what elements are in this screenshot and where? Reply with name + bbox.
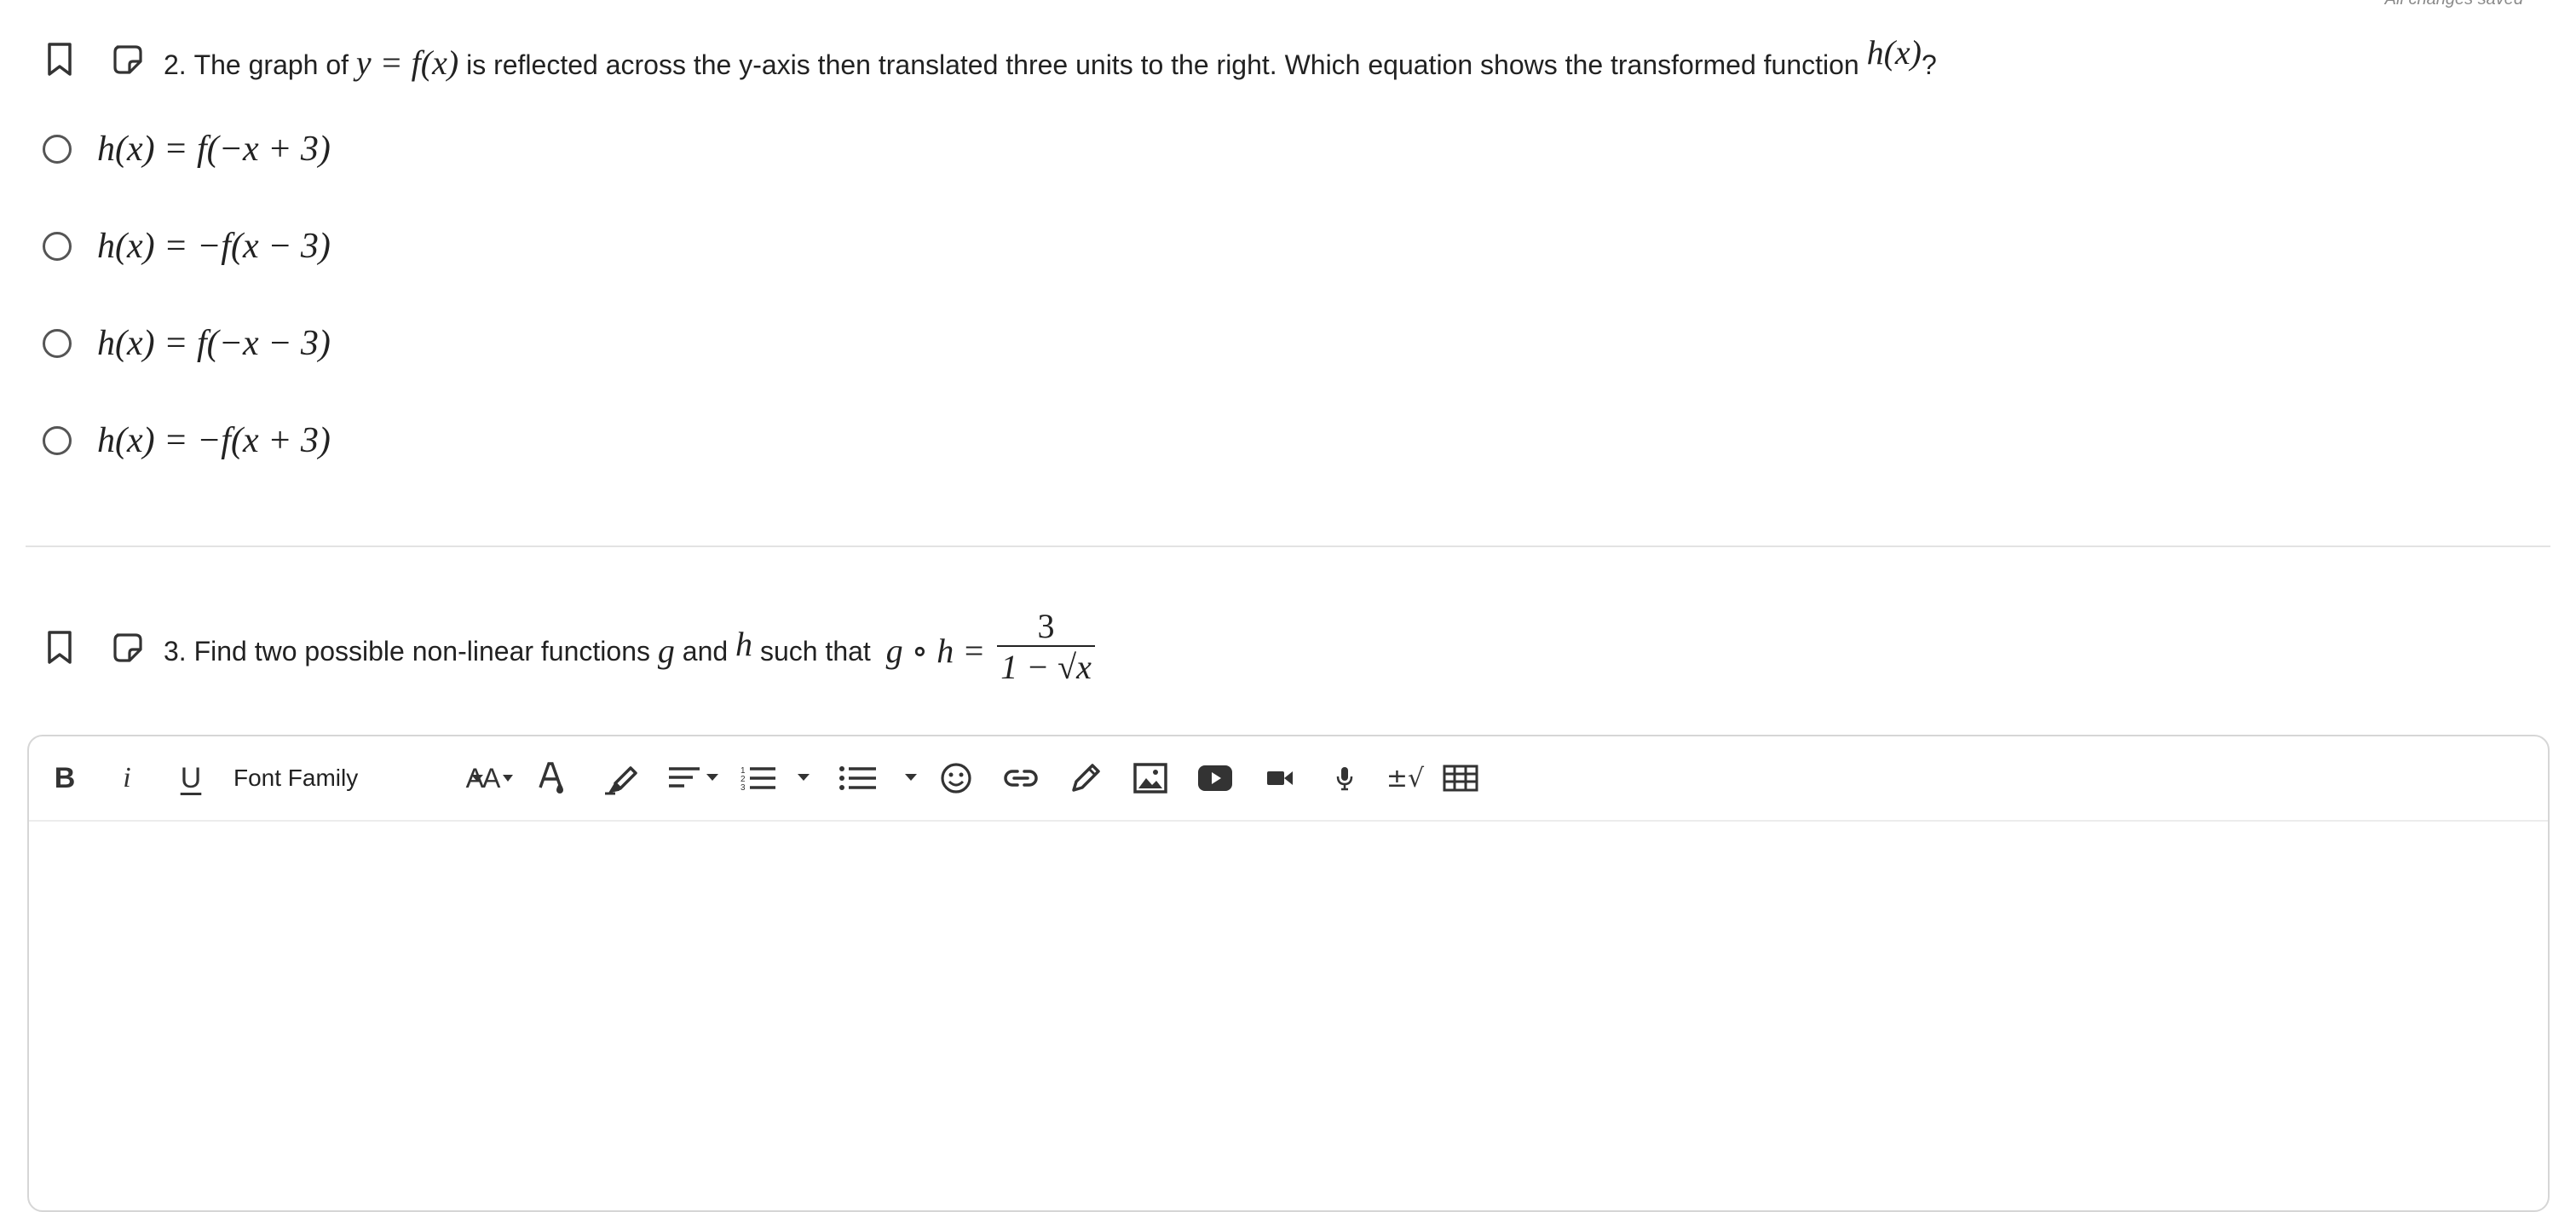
highlight-button[interactable] [600, 759, 643, 798]
answer-label: h(x) = f(−x − 3) [97, 324, 331, 363]
answer-option[interactable]: h(x) = −f(x + 3) [43, 420, 331, 461]
align-icon [669, 767, 718, 788]
radio-button[interactable] [43, 329, 72, 358]
equation-button[interactable]: ±√ [1384, 759, 1426, 798]
equation-icon: ±√ [1386, 763, 1425, 794]
font-size-icon: AA [465, 762, 501, 794]
question-3-text: 3. Find two possible non-linear function… [164, 608, 1095, 694]
align-button[interactable] [665, 759, 724, 798]
emoji-button[interactable] [937, 759, 975, 798]
bookmark-icon[interactable] [46, 43, 73, 77]
answer-option[interactable]: h(x) = f(−x + 3) [43, 129, 331, 170]
highlight-icon [605, 766, 637, 795]
editor-toolbar: B i U Font Family AA 1 2 3 ±√ [29, 736, 2548, 822]
math-expression: g ∘ h = [885, 632, 986, 670]
answer-label: h(x) = f(−x + 3) [97, 130, 331, 169]
editor-text-area[interactable] [29, 822, 2548, 1210]
link-button[interactable] [1002, 759, 1040, 798]
font-family-label: Font Family [233, 765, 359, 791]
text-color-icon [539, 762, 563, 794]
underline-button[interactable]: U [174, 759, 208, 798]
save-status: All changes saved [2385, 0, 2523, 9]
bulleted-list-icon [839, 766, 917, 790]
svg-text:3: 3 [741, 783, 746, 793]
fraction-denominator: 1 − √x [1000, 648, 1092, 686]
bookmark-icon[interactable] [46, 631, 73, 665]
answer-label: h(x) = −f(x + 3) [97, 421, 331, 460]
font-family-dropdown[interactable]: Font Family [233, 759, 483, 798]
microphone-button[interactable] [1328, 759, 1362, 798]
table-icon [1443, 765, 1478, 792]
text-color-button[interactable] [533, 759, 571, 798]
chevron-down-icon [503, 775, 514, 782]
divider [26, 545, 2550, 547]
question-text: Find two possible non-linear functions [193, 636, 650, 667]
image-icon [1133, 763, 1167, 794]
answer-option[interactable]: h(x) = f(−x − 3) [43, 323, 331, 364]
draw-icon [1072, 764, 1100, 792]
answer-editor: B i U Font Family AA 1 2 3 ±√ [27, 735, 2550, 1212]
question-2-text: 2. The graph of y = f(x) is reflected ac… [164, 36, 1937, 82]
radio-button[interactable] [43, 426, 72, 455]
emoji-icon [941, 763, 971, 794]
question-text: ? [1922, 49, 1937, 80]
question-text: such that [759, 636, 871, 667]
answer-option[interactable]: h(x) = −f(x − 3) [43, 226, 331, 267]
answer-label: h(x) = −f(x − 3) [97, 227, 331, 266]
radio-button[interactable] [43, 135, 72, 164]
note-icon[interactable] [112, 632, 143, 663]
camera-button[interactable] [1263, 759, 1297, 798]
question-number: 2. [164, 49, 187, 80]
camera-icon [1267, 771, 1293, 785]
math-variable: h [735, 625, 753, 663]
video-button[interactable] [1196, 759, 1234, 798]
question-text: and [682, 636, 729, 667]
draw-button[interactable] [1067, 759, 1104, 798]
bulleted-list-button[interactable] [837, 759, 922, 798]
table-button[interactable] [1442, 759, 1479, 798]
italic-button[interactable]: i [114, 759, 140, 798]
question-number: 3. [164, 636, 187, 667]
link-icon [1004, 770, 1038, 787]
bold-button[interactable]: B [48, 759, 82, 798]
radio-button[interactable] [43, 232, 72, 261]
numbered-list-icon: 1 2 3 [741, 766, 810, 793]
video-icon [1198, 765, 1232, 791]
image-button[interactable] [1132, 759, 1169, 798]
microphone-icon [1336, 767, 1353, 791]
note-icon[interactable] [112, 44, 143, 75]
math-expression: y = f(x) [355, 43, 459, 82]
math-fraction: 3 1 − √x [997, 608, 1095, 688]
underline-icon: U [180, 761, 202, 794]
font-size-button[interactable]: AA [462, 759, 518, 798]
question-text: is reflected across the y-axis then tran… [466, 49, 1859, 80]
italic-icon: i [123, 762, 131, 794]
bold-icon: B [54, 761, 76, 794]
math-variable: g [657, 632, 675, 670]
math-expression: h(x) [1866, 33, 1922, 72]
question-text: The graph of [193, 49, 349, 80]
numbered-list-button[interactable]: 1 2 3 [738, 759, 815, 798]
fraction-numerator: 3 [1037, 607, 1055, 645]
